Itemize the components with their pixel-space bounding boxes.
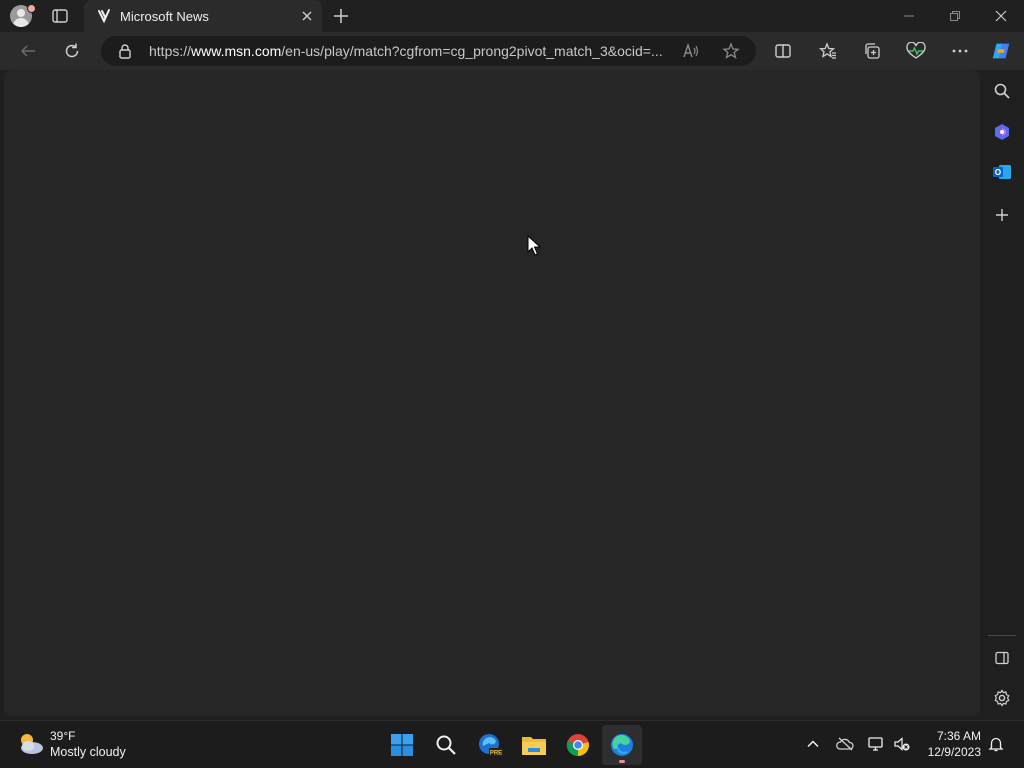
- tab-actions-icon[interactable]: [50, 6, 70, 26]
- settings-icon[interactable]: [991, 687, 1013, 709]
- clock-date[interactable]: 12/9/2023: [922, 745, 981, 759]
- restore-icon[interactable]: [932, 0, 978, 32]
- svg-text:PRE: PRE: [490, 751, 502, 757]
- edge-sidebar: O: [981, 70, 1024, 718]
- title-bar: Microsoft News: [0, 0, 1024, 32]
- browser-essentials-icon[interactable]: [905, 40, 927, 62]
- copilot-discover-icon[interactable]: [991, 121, 1013, 143]
- minimize-icon[interactable]: [886, 0, 932, 32]
- url-path: /en-us/play/match?cgfrom=cg_prong2pivot_…: [281, 43, 663, 59]
- weather-description[interactable]: Mostly cloudy: [50, 745, 126, 759]
- add-icon[interactable]: [991, 204, 1013, 226]
- avatar-head: [17, 9, 25, 17]
- avatar-body: [13, 18, 29, 27]
- close-icon[interactable]: [978, 0, 1024, 32]
- favorites-icon[interactable]: [817, 40, 839, 62]
- url-prefix: https://: [149, 43, 192, 59]
- svg-text:O: O: [995, 168, 1001, 177]
- weather-temperature[interactable]: 39°F: [50, 729, 75, 743]
- back-icon[interactable]: [17, 40, 39, 62]
- file-explorer-icon[interactable]: [514, 725, 554, 765]
- start-icon[interactable]: [382, 725, 422, 765]
- tab-close-icon[interactable]: [300, 9, 314, 23]
- lock-icon[interactable]: [117, 43, 133, 59]
- weather-cloudy-icon[interactable]: [16, 729, 46, 759]
- collections-icon[interactable]: [861, 40, 883, 62]
- volume-muted-icon[interactable]: [893, 735, 911, 753]
- hide-sidebar-icon[interactable]: [991, 647, 1013, 669]
- chrome-icon[interactable]: [558, 725, 598, 765]
- new-tab-icon[interactable]: [332, 7, 350, 25]
- edge-icon[interactable]: [602, 725, 642, 765]
- refresh-icon[interactable]: [61, 40, 83, 62]
- split-screen-icon[interactable]: [772, 40, 794, 62]
- network-icon[interactable]: [867, 735, 885, 753]
- mouse-cursor-icon: [527, 234, 542, 257]
- show-hidden-icons-icon[interactable]: [804, 735, 822, 753]
- msn-favicon-icon: [96, 8, 112, 24]
- url-text[interactable]: https://www.msn.com/en-us/play/match?cgf…: [149, 43, 674, 59]
- edge-preview-icon[interactable]: PRE: [470, 725, 510, 765]
- clock-time[interactable]: 7:36 AM: [934, 729, 981, 743]
- url-host: www.msn.com: [191, 43, 282, 59]
- tab-microsoft-news[interactable]: Microsoft News: [84, 0, 322, 32]
- address-bar[interactable]: https://www.msn.com/en-us/play/match?cgf…: [101, 36, 756, 66]
- notification-bell-icon[interactable]: [987, 735, 1005, 753]
- onedrive-offline-icon[interactable]: [836, 735, 854, 753]
- more-icon[interactable]: [949, 40, 971, 62]
- page-content-area[interactable]: [4, 70, 980, 716]
- copilot-icon[interactable]: [990, 40, 1012, 62]
- sidebar-divider: [988, 635, 1016, 636]
- outlook-icon[interactable]: O: [991, 161, 1013, 183]
- active-app-indicator: [619, 760, 625, 763]
- windows-taskbar: 39°F Mostly cloudy PRE 7:36 AM 12/9/2023: [0, 720, 1024, 768]
- add-favorite-icon[interactable]: [722, 42, 740, 60]
- read-aloud-icon[interactable]: [682, 42, 700, 60]
- search-icon[interactable]: [991, 80, 1013, 102]
- taskbar-search-icon[interactable]: [426, 725, 466, 765]
- tab-title: Microsoft News: [120, 9, 209, 24]
- browser-toolbar: https://www.msn.com/en-us/play/match?cgf…: [0, 32, 1024, 70]
- profile-notification-badge: [27, 4, 36, 13]
